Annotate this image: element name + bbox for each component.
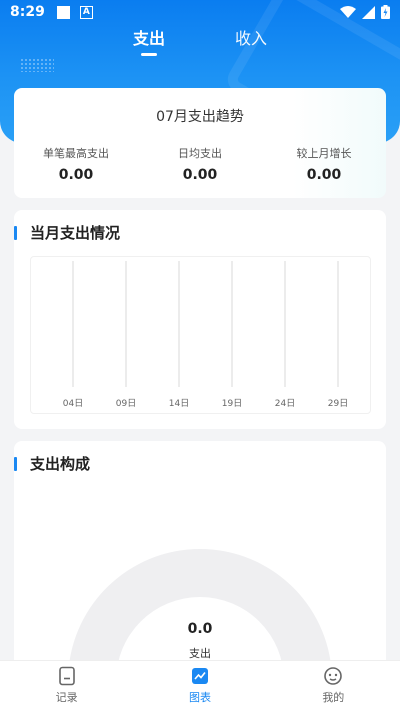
nav-label: 我的 bbox=[322, 691, 345, 704]
tab-expense-label: 支出 bbox=[132, 29, 165, 48]
section-title-monthly: 当月支出情况 bbox=[14, 224, 120, 242]
metric-max-expense: 单笔最高支出 0.00 bbox=[16, 145, 136, 183]
metric-month-growth: 较上月增长 0.00 bbox=[264, 145, 384, 183]
metric-label: 较上月增长 bbox=[296, 147, 352, 160]
bottom-navigation: 记录 图表 我的 bbox=[0, 660, 400, 710]
metric-value: 0.00 bbox=[182, 167, 218, 183]
signal-icon bbox=[362, 5, 375, 19]
record-icon bbox=[22, 666, 112, 686]
summary-metrics: 单笔最高支出 0.00 日均支出 0.00 较上月增长 0.00 bbox=[14, 145, 386, 183]
nav-label: 记录 bbox=[55, 691, 78, 704]
monthly-expense-card: 当月支出情况 04日 09日 14日 19日 24日 29日 bbox=[14, 210, 386, 429]
tab-active-indicator bbox=[140, 53, 157, 56]
x-tick-label: 24日 bbox=[275, 398, 295, 409]
x-tick-label: 04日 bbox=[63, 398, 83, 409]
notification-square-icon bbox=[56, 5, 70, 19]
tab-expense[interactable]: 支出 bbox=[129, 28, 169, 56]
type-tabs: 支出 收入 bbox=[0, 28, 400, 60]
x-tick-label: 29日 bbox=[328, 398, 348, 409]
tab-income[interactable]: 收入 bbox=[231, 28, 271, 56]
metric-daily-average: 日均支出 0.00 bbox=[140, 145, 260, 183]
metric-value: 0.00 bbox=[58, 167, 94, 183]
header-dots-decoration bbox=[20, 58, 54, 72]
x-tick-label: 14日 bbox=[169, 398, 189, 409]
x-tick-label: 19日 bbox=[222, 398, 242, 409]
nav-item-profile[interactable]: 我的 bbox=[288, 666, 378, 705]
status-bar: 8:29 A bbox=[0, 0, 400, 24]
status-time: 8:29 bbox=[10, 4, 45, 20]
summary-title[interactable]: 07月支出趋势 bbox=[14, 88, 386, 126]
wifi-icon bbox=[340, 5, 356, 19]
monthly-bar-chart: 04日 09日 14日 19日 24日 29日 bbox=[63, 261, 348, 409]
metric-label: 单笔最高支出 bbox=[43, 147, 109, 160]
profile-icon bbox=[288, 666, 378, 686]
monthly-chart[interactable]: 04日 09日 14日 19日 24日 29日 bbox=[30, 256, 371, 414]
metric-label: 日均支出 bbox=[178, 147, 222, 160]
summary-card: 07月支出趋势 单笔最高支出 0.00 日均支出 0.00 较上月增长 0.00 bbox=[14, 88, 386, 198]
expense-composition-card: 支出构成 0.0 支出 bbox=[14, 441, 386, 681]
x-tick-label: 09日 bbox=[116, 398, 136, 409]
chart-icon bbox=[155, 666, 245, 686]
metric-value: 0.00 bbox=[306, 167, 342, 183]
tab-income-label: 收入 bbox=[235, 29, 268, 48]
composition-total-value: 0.0 bbox=[187, 621, 213, 637]
notification-a-icon: A bbox=[79, 5, 93, 19]
nav-label: 图表 bbox=[188, 691, 211, 704]
nav-item-chart[interactable]: 图表 bbox=[155, 666, 245, 705]
composition-total-label: 支出 bbox=[189, 647, 211, 660]
nav-item-record[interactable]: 记录 bbox=[22, 666, 112, 705]
battery-icon bbox=[381, 5, 390, 19]
